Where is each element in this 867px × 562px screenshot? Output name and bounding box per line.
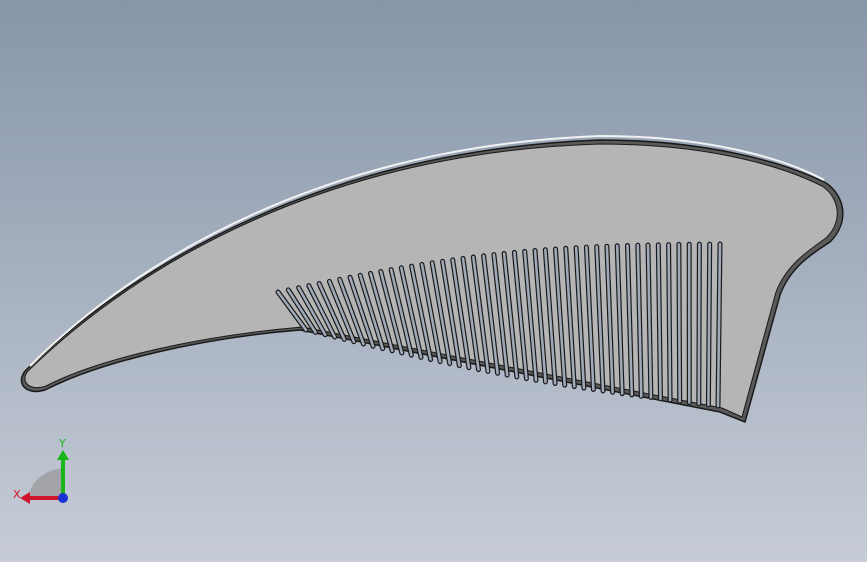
tooth-slot-gap: [677, 243, 682, 403]
comb-model[interactable]: [0, 0, 867, 562]
x-axis-arrow: [20, 492, 30, 504]
comb-body: [24, 143, 838, 418]
tooth-slot-gap: [667, 243, 672, 402]
x-axis-label: X: [13, 488, 21, 501]
triad-plane-shade: [28, 468, 63, 498]
graphics-viewport[interactable]: Y X: [0, 0, 867, 562]
axis-triad: Y X: [13, 438, 69, 504]
y-axis-arrow: [57, 450, 69, 460]
y-axis-label: Y: [58, 438, 66, 450]
tooth-slot-gap: [707, 242, 712, 407]
z-axis-dot: [58, 493, 68, 503]
tooth-slot-gap: [697, 242, 701, 405]
